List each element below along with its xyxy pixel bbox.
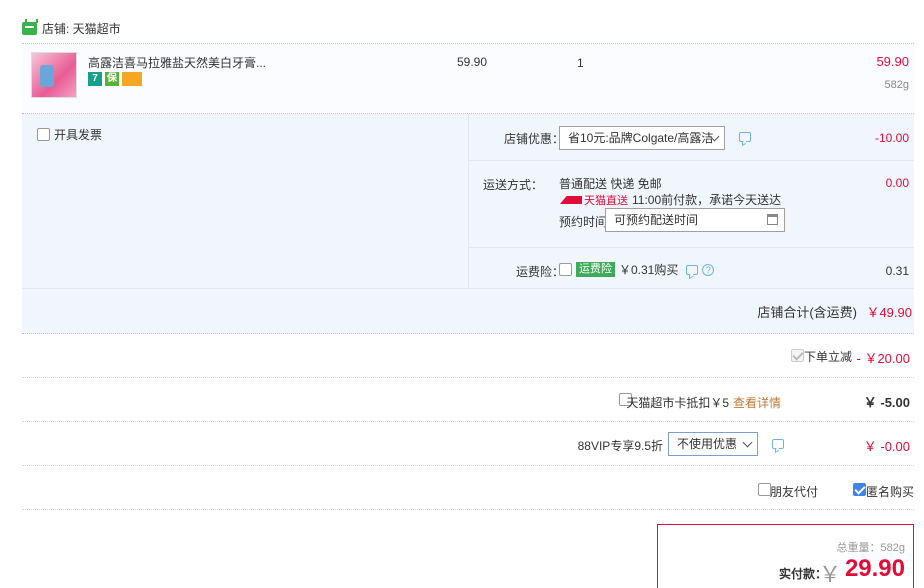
shipping-method: 普通配送 快递 免邮 [559, 177, 662, 191]
actual-payment-amount: 29.90 [844, 555, 905, 582]
view-details-link[interactable]: 查看详情 [733, 394, 781, 411]
tmall-direct-label: 天猫直送 [584, 195, 628, 207]
shipping-label: 运送方式： [482, 178, 543, 192]
item-subtotal: 59.90 [876, 54, 909, 69]
appointment-placeholder: 可预约配送时间 [614, 213, 699, 227]
insurance-checkbox[interactable] [559, 263, 572, 276]
coupon-value: -10.00 [874, 131, 909, 145]
instant-discount-label: 下单立减 [803, 350, 852, 364]
order-options-panel: 开具发票 店铺优惠： 省10元:品牌Colgate/高露洁 -10.00 运送方… [22, 114, 914, 334]
vip-discount-row: 88VIP专享9.5折 不使用优惠 ￥ -0.00 [22, 422, 914, 466]
friend-pay-label: 朋友代付 [769, 485, 818, 499]
coupon-select[interactable]: 省10元:品牌Colgate/高露洁 [559, 126, 725, 150]
currency-symbol: ￥ [818, 562, 841, 587]
insurance-price: ￥0.31购买 [619, 263, 679, 277]
invoice-option[interactable]: 开具发票 [37, 126, 102, 143]
quantity: 1 [577, 56, 584, 70]
coupon-selected-value: 省10元:品牌Colgate/高露洁 [568, 131, 714, 145]
instant-discount-checkbox [791, 349, 804, 362]
unit-price: 59.90 [457, 55, 488, 69]
anonymous-checkbox[interactable] [853, 483, 866, 496]
invoice-checkbox[interactable] [37, 128, 50, 141]
guarantee-icon[interactable]: 保 [105, 72, 119, 86]
payment-summary-box: 总重量：582g 实付款： ￥ 29.90 [657, 524, 914, 588]
message-icon[interactable] [739, 132, 751, 142]
vip-label: 88VIP专享9.5折 [577, 439, 663, 453]
product-thumbnail[interactable] [31, 52, 77, 98]
insurance-option: 运费险 ￥0.31购买 ? [559, 261, 715, 278]
item-weight: 582g [884, 79, 909, 91]
vip-discount-select[interactable]: 不使用优惠 [668, 432, 758, 456]
tmall-shop-icon [22, 18, 38, 35]
tmall-direct-tag: 天猫直送 [560, 192, 628, 208]
message-icon[interactable] [772, 439, 784, 449]
instant-discount-row: 下单立减 - ￥20.00 [22, 334, 914, 378]
product-title[interactable]: 高露洁喜马拉雅盐天然美白牙膏... [88, 54, 266, 71]
supermarket-card-label: 天猫超市卡抵扣￥5 [626, 396, 729, 410]
seven-day-return-icon[interactable]: 7 [88, 72, 102, 86]
insurance-tag: 运费险 [576, 262, 615, 277]
calendar-icon[interactable] [767, 214, 778, 225]
shipping-value: 0.00 [885, 176, 909, 190]
divider [22, 509, 914, 510]
vip-selected-value: 不使用优惠 [677, 437, 738, 451]
appointment-label: 预约时间 [559, 215, 608, 229]
divider [22, 288, 914, 289]
vip-value: ￥ -0.00 [863, 439, 910, 454]
card-payment-icon[interactable]: 卡 [122, 72, 142, 86]
total-weight: 总重量：582g [836, 542, 905, 554]
instant-discount-value: - ￥20.00 [856, 351, 910, 366]
insurance-value: 0.31 [885, 264, 909, 278]
divider [468, 160, 914, 161]
supermarket-card-value: ￥ -5.00 [863, 395, 910, 410]
invoice-label: 开具发票 [54, 128, 103, 142]
shop-total-label: 店铺合计(含运费) [757, 305, 857, 320]
anonymous-label: 匿名购买 [865, 485, 914, 499]
shop-name[interactable]: 店铺: 天猫超市 [42, 20, 121, 37]
delivery-truck-icon [560, 196, 582, 204]
product-badges: 7 保 卡 [88, 72, 142, 86]
shop-total-value: ￥49.90 [866, 305, 912, 320]
chevron-down-icon [742, 437, 753, 448]
supermarket-card-row: 天猫超市卡抵扣￥5 查看详情 ￥ -5.00 [22, 378, 914, 422]
coupon-label: 店铺优惠： [503, 132, 564, 146]
shop-header: 店铺: 天猫超市 [22, 18, 121, 38]
appointment-time-input[interactable]: 可预约配送时间 [605, 208, 785, 232]
help-icon[interactable]: ? [702, 263, 715, 276]
insurance-label: 运费险： [515, 265, 564, 279]
delivery-promise: 11:00前付款，承诺今天送达 [632, 193, 782, 207]
payment-options-row: 朋友代付 匿名购买 [22, 466, 914, 510]
divider [468, 247, 914, 248]
message-icon[interactable] [686, 264, 699, 275]
order-item-row: 高露洁喜马拉雅盐天然美白牙膏... 7 保 卡 59.90 1 59.90 58… [22, 44, 914, 114]
